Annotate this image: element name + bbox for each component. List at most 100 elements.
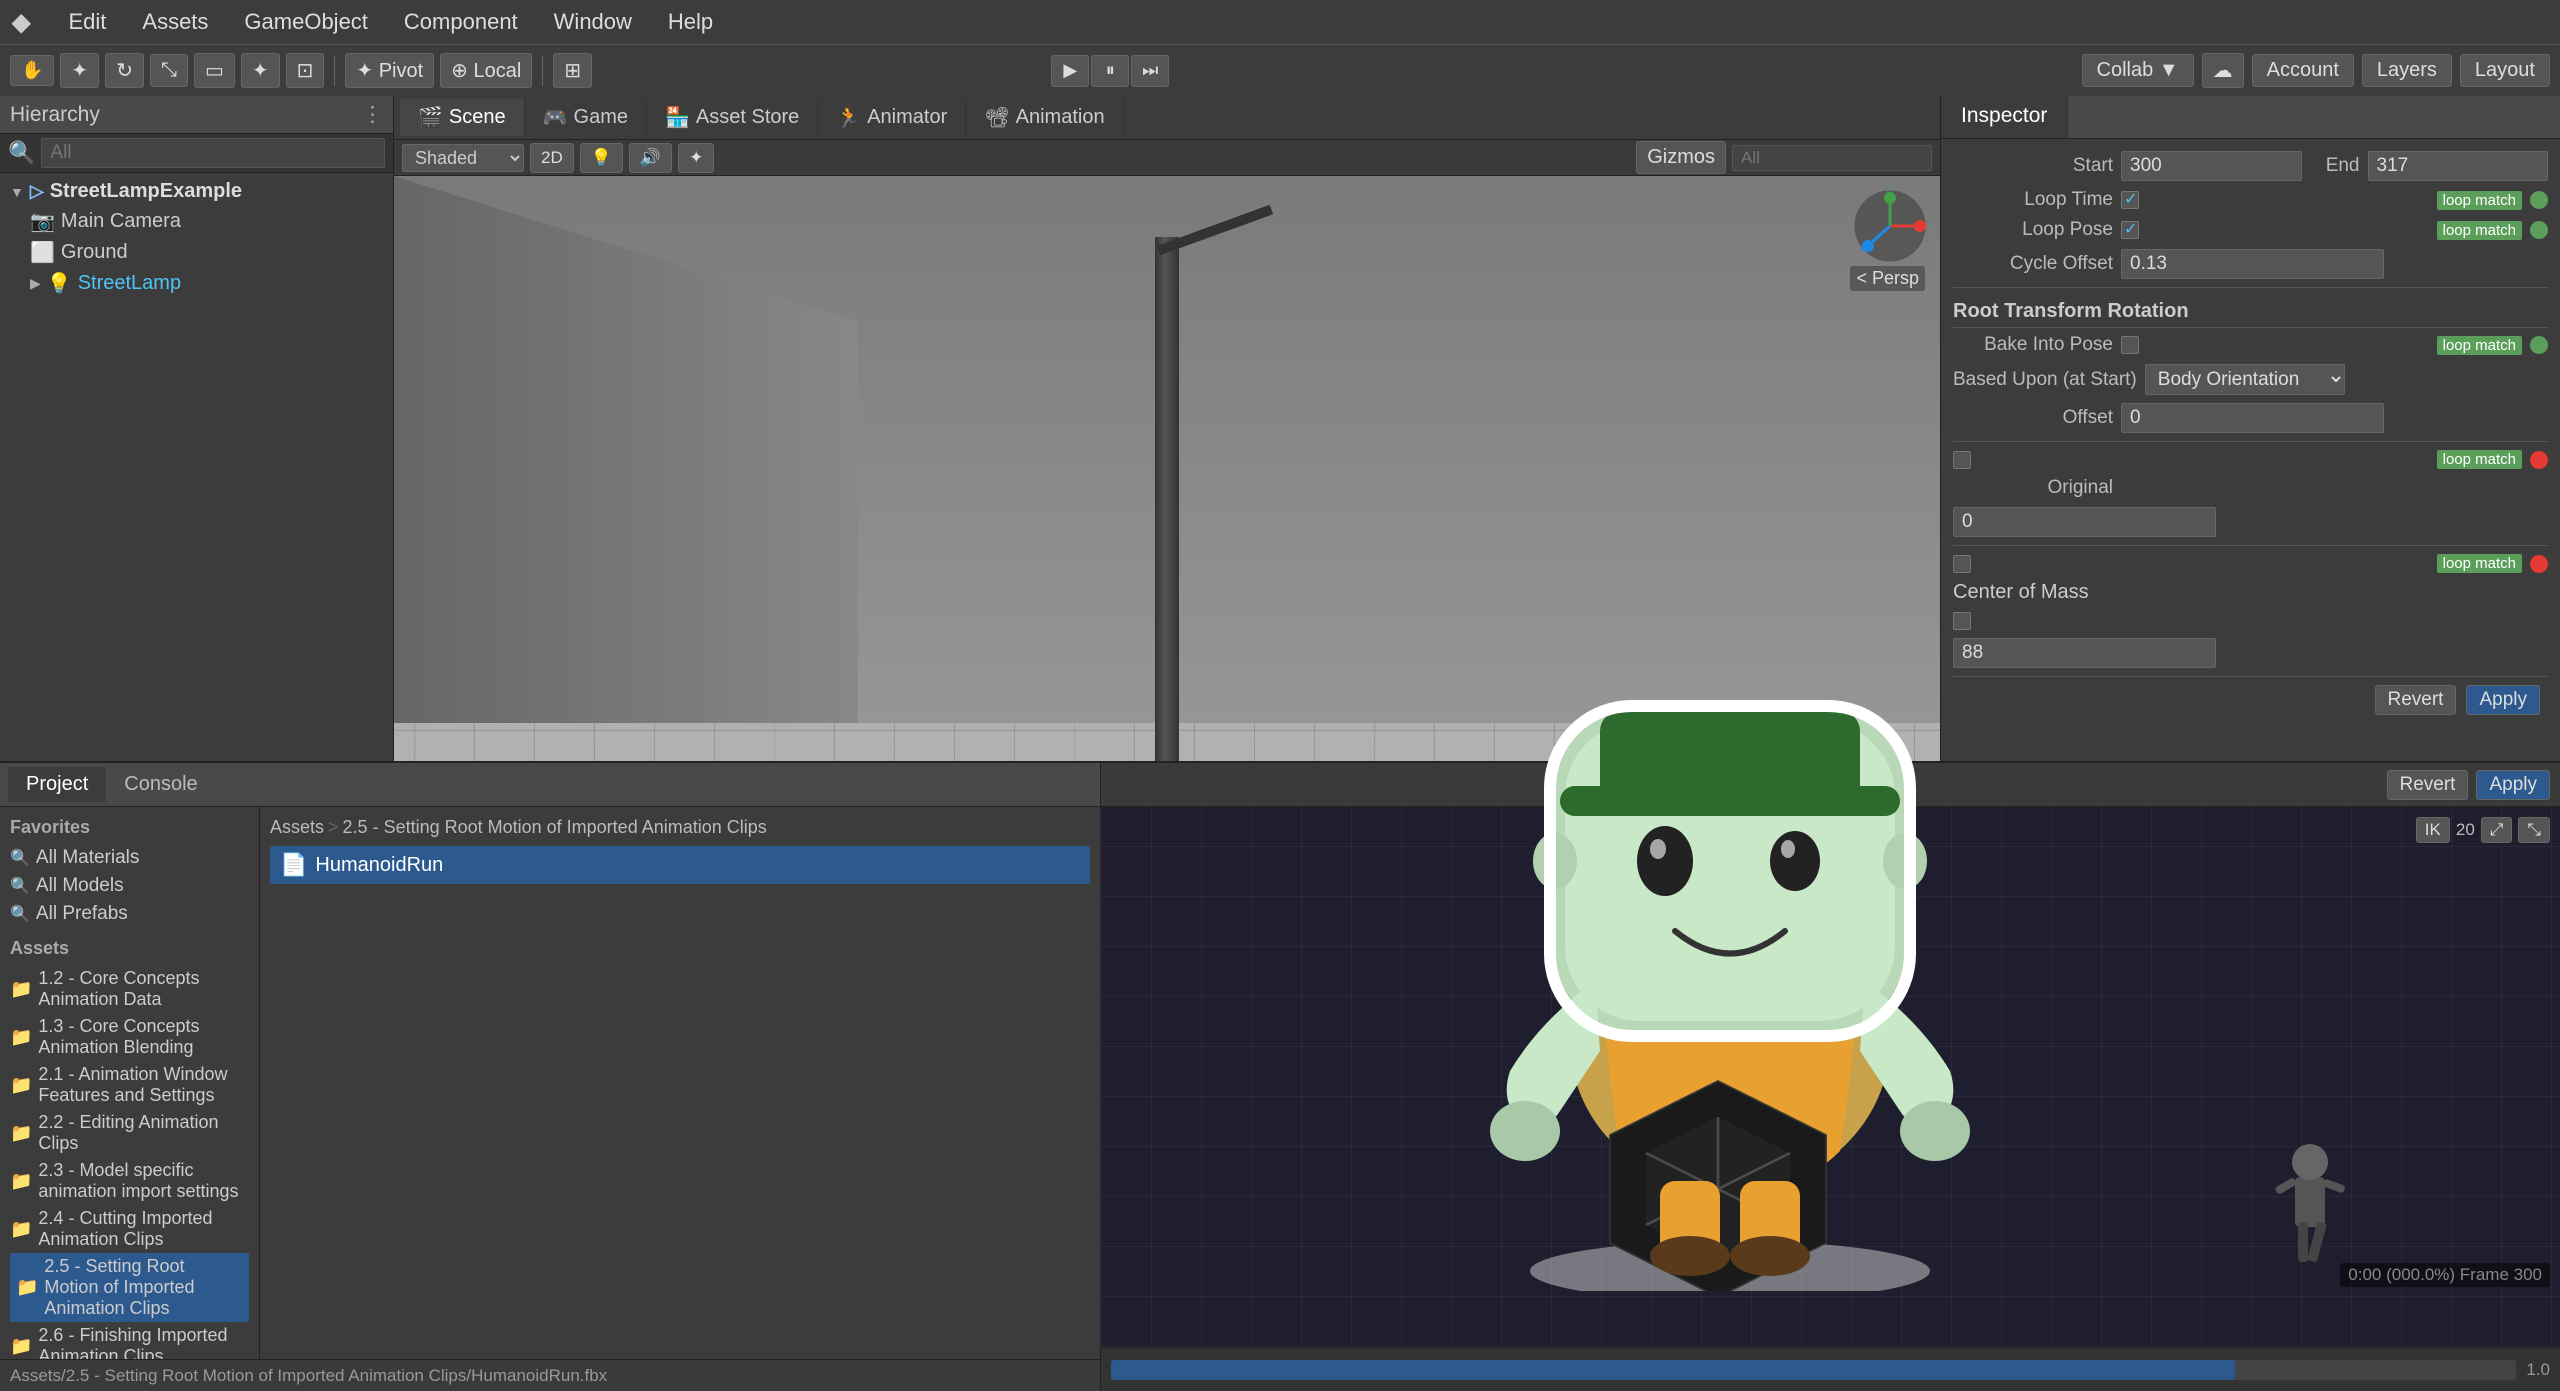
divider-2	[1953, 441, 2548, 442]
folder-2.5[interactable]: 📁 2.5 - Setting Root Motion of Imported …	[10, 1253, 249, 1322]
menu-edit[interactable]: Edit	[60, 5, 114, 39]
rotate-tool-btn[interactable]: ↻	[105, 53, 144, 88]
collab-btn[interactable]: Collab ▼	[2082, 54, 2194, 87]
value-88-row	[1953, 638, 2548, 668]
original-value[interactable]	[1953, 507, 2216, 537]
bake-into-pose-row: Bake Into Pose loop match	[1953, 334, 2548, 356]
loop-match-checkbox2[interactable]	[1953, 555, 1971, 573]
menu-assets[interactable]: Assets	[134, 5, 216, 39]
hierarchy-item-ground[interactable]: ⬜ Ground	[0, 237, 393, 268]
folder-2.1[interactable]: 📁 2.1 - Animation Window Features and Se…	[10, 1061, 249, 1109]
folder-icon-2.3: 📁	[10, 1171, 32, 1192]
breadcrumb: Assets > 2.5 - Setting Root Motion of Im…	[270, 817, 1090, 838]
tab-console[interactable]: Console	[106, 767, 215, 802]
menu-gameobject[interactable]: GameObject	[236, 5, 376, 39]
folder-2.2[interactable]: 📁 2.2 - Editing Animation Clips	[10, 1109, 249, 1157]
based-upon-select[interactable]: Body Orientation Original	[2145, 364, 2345, 395]
menu-component[interactable]: Component	[396, 5, 526, 39]
folder-label-2.3: 2.3 - Model specific animation import se…	[38, 1160, 249, 1202]
tab-animation[interactable]: 📽 Animation	[966, 99, 1123, 136]
scale-tool-btn[interactable]: ⤡	[150, 54, 188, 87]
revert-btn[interactable]: Revert	[2375, 685, 2457, 715]
folder-label-1.3: 1.3 - Core Concepts Animation Blending	[38, 1016, 249, 1058]
account-btn[interactable]: Account	[2252, 54, 2354, 87]
fav-models[interactable]: 🔍 All Models	[10, 872, 249, 900]
menu-window[interactable]: Window	[546, 5, 640, 39]
value-88-input[interactable]	[1953, 638, 2216, 668]
anim-viewport[interactable]: IK 20 ⤢ ⤡ 0:00 (000.0%) Frame 300	[1101, 807, 2560, 1347]
assets-sidebar-title: Assets	[10, 938, 249, 959]
effects-toggle-btn[interactable]: ✦	[678, 143, 714, 173]
rect-tool-btn[interactable]: ▭	[194, 53, 235, 88]
folder-2.3[interactable]: 📁 2.3 - Model specific animation import …	[10, 1157, 249, 1205]
tab-asset-store[interactable]: 🏪 Asset Store	[647, 99, 818, 136]
2d-btn[interactable]: 2D	[530, 143, 574, 173]
hand-tool-btn[interactable]: ✋	[10, 55, 54, 86]
folder-2.4[interactable]: 📁 2.4 - Cutting Imported Animation Clips	[10, 1205, 249, 1253]
ik-btn[interactable]: IK	[2416, 817, 2450, 843]
start-value[interactable]	[2121, 151, 2302, 181]
end-value[interactable]	[2368, 151, 2549, 181]
pivot-btn[interactable]: ✦ Pivot	[345, 53, 434, 88]
hierarchy-menu-btn[interactable]: ⋮	[362, 102, 383, 127]
loop-pose-checkbox[interactable]	[2121, 221, 2139, 239]
start-end-row: Start End	[1953, 151, 2548, 181]
breadcrumb-root[interactable]: Assets	[270, 817, 324, 838]
bake-into-pose-checkbox[interactable]	[2121, 336, 2139, 354]
hierarchy-item-streetlamp[interactable]: ▶ 💡 StreetLamp	[0, 268, 393, 299]
folder-1.2[interactable]: 📁 1.2 - Core Concepts Animation Data	[10, 965, 249, 1013]
tab-animator[interactable]: 🏃 Animator	[818, 99, 966, 136]
tab-scene[interactable]: 🎬 Scene	[400, 99, 525, 136]
tab-game[interactable]: 🎮 Game	[525, 99, 647, 136]
folder-label-2.5: 2.5 - Setting Root Motion of Imported An…	[44, 1256, 243, 1319]
expand-btn[interactable]: ⤢	[2481, 817, 2513, 843]
move-tool-btn[interactable]: ✦	[60, 53, 99, 88]
collapse-btn[interactable]: ⤡	[2518, 817, 2550, 843]
play-btn[interactable]: ▶	[1051, 55, 1089, 87]
snap-btn[interactable]: ⊞	[553, 53, 592, 88]
hierarchy-root[interactable]: ▼ ▷ StreetLampExample	[0, 177, 393, 206]
anim-revert-btn[interactable]: Revert	[2387, 770, 2469, 800]
pause-btn[interactable]: ⏸	[1091, 55, 1129, 87]
hierarchy-item-camera[interactable]: 📷 Main Camera	[0, 206, 393, 237]
layout-btn[interactable]: Layout	[2460, 54, 2550, 87]
tab-project[interactable]: Project	[8, 767, 106, 802]
hierarchy-search-input[interactable]	[41, 138, 385, 168]
asset-store-icon: 🏪	[665, 105, 690, 130]
audio-toggle-btn[interactable]: 🔊	[629, 143, 672, 173]
light-toggle-btn[interactable]: 💡	[580, 143, 623, 173]
anim-apply-btn[interactable]: Apply	[2476, 770, 2550, 800]
step-btn[interactable]: ⏭	[1131, 55, 1169, 87]
menu-help[interactable]: Help	[660, 5, 721, 39]
scene-search[interactable]	[1732, 145, 1932, 171]
center-checkbox[interactable]	[1953, 612, 1971, 630]
fav-materials[interactable]: 🔍 All Materials	[10, 844, 249, 872]
project-area: Project Console Favorites 🔍 All Material…	[0, 761, 1100, 1391]
custom-tool-btn[interactable]: ⊡	[286, 53, 325, 88]
fav-prefabs[interactable]: 🔍 All Prefabs	[10, 900, 249, 928]
loop-time-checkbox[interactable]	[2121, 191, 2139, 209]
axis-gizmo: x y z	[1850, 186, 1930, 266]
toolbar-sep-2	[542, 56, 543, 86]
layers-btn[interactable]: Layers	[2362, 54, 2452, 87]
offset-value[interactable]	[2121, 403, 2384, 433]
anim-top-toolbar: Revert Apply	[1101, 763, 2560, 807]
fav-models-label: All Models	[36, 875, 124, 897]
folder-1.3[interactable]: 📁 1.3 - Core Concepts Animation Blending	[10, 1013, 249, 1061]
breadcrumb-folder[interactable]: 2.5 - Setting Root Motion of Imported An…	[343, 817, 767, 838]
file-humanoid-run[interactable]: 📄 HumanoidRun	[270, 846, 1090, 884]
apply-btn[interactable]: Apply	[2466, 685, 2540, 715]
bake-indicator	[2530, 336, 2548, 354]
search-icon-prefabs: 🔍	[10, 904, 30, 924]
cycle-offset-value[interactable]	[2121, 249, 2384, 279]
gizmos-btn[interactable]: Gizmos	[1636, 141, 1726, 174]
tab-inspector[interactable]: Inspector	[1941, 96, 2068, 138]
loop-match-checkbox[interactable]	[1953, 451, 1971, 469]
shading-select[interactable]: Shaded Wireframe	[402, 144, 524, 172]
svg-text:x: x	[1914, 221, 1920, 233]
loop-match-standalone-row: loop match	[1953, 450, 2548, 469]
local-btn[interactable]: ⊕ Local	[440, 53, 532, 88]
transform-tool-btn[interactable]: ✦	[241, 53, 280, 88]
asset-footer: Assets/2.5 - Setting Root Motion of Impo…	[0, 1359, 1100, 1391]
cloud-btn[interactable]: ☁	[2202, 53, 2244, 88]
